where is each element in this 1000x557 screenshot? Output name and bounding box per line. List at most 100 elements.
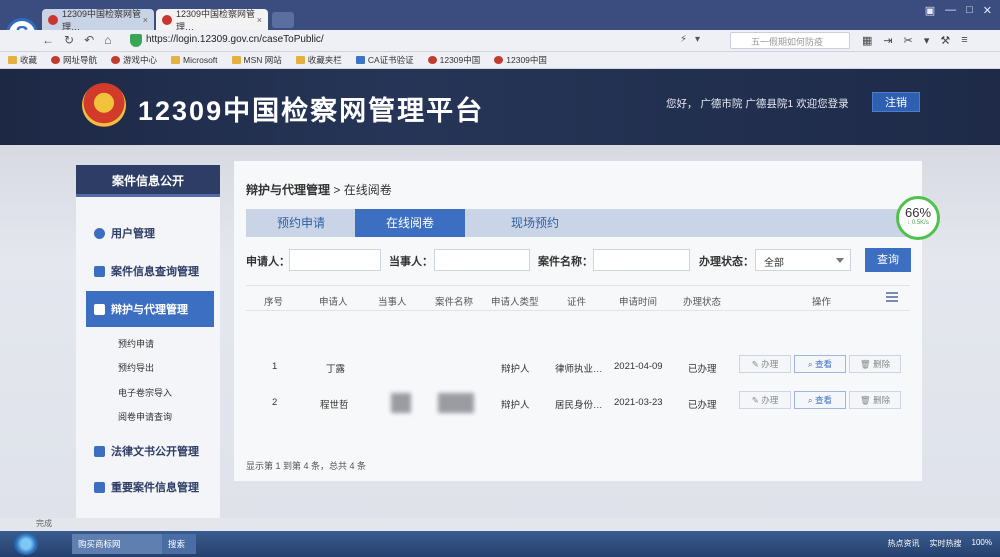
sidebar-item-important-cases[interactable]: 重要案件信息管理 (86, 473, 214, 501)
breadcrumb-current: 在线阅卷 (343, 183, 392, 197)
taskbar-search[interactable]: 搜索一下 (162, 534, 196, 554)
undo-icon[interactable]: ↶ (84, 33, 94, 47)
bookmark-item[interactable]: 12309中国 (494, 54, 547, 66)
menu-icon[interactable]: ≡ (961, 34, 967, 47)
minimize-icon[interactable]: — (945, 4, 956, 17)
col-applicant-type: 申请人类型 (491, 297, 539, 308)
bookmark-item[interactable]: 网址导航 (51, 54, 97, 66)
status-select[interactable]: 全部 (755, 249, 851, 271)
cell-applicant: 程世哲 (320, 400, 349, 411)
addr-tools: ⚡ ▾ (680, 34, 700, 45)
sub-item-import[interactable]: 电子卷宗导入 (118, 386, 172, 399)
view-button[interactable]: ⌕ 查看 (794, 355, 846, 373)
status-text: 完成 (36, 519, 52, 528)
sidebar-item-legal-docs[interactable]: 法律文书公开管理 (86, 437, 214, 465)
party-input[interactable] (434, 249, 530, 271)
col-status: 办理状态 (683, 297, 722, 308)
bookmark-item[interactable]: 12309中国 (427, 54, 480, 66)
status-label: 办理状态： (699, 256, 754, 268)
logout-button[interactable]: 注销 (872, 92, 920, 112)
tools-icon[interactable]: ⚒ (940, 34, 950, 47)
case-name-input[interactable] (593, 249, 690, 271)
cell-index: 2 (272, 397, 278, 408)
redacted-case-name (438, 393, 474, 413)
bookmarks-bar: 收藏 网址导航 游戏中心 Microsoft MSN 网站 收藏夹栏 CA证书验… (0, 52, 1000, 69)
home-icon[interactable]: ⌂ (104, 33, 111, 47)
site-favicon-icon (162, 14, 172, 25)
tab-appointment[interactable]: 预约申请 (246, 209, 356, 237)
delete-button[interactable]: 🗑 删除 (849, 391, 901, 409)
close-window-icon[interactable]: ✕ (983, 4, 992, 17)
query-button[interactable]: 查询 (865, 248, 911, 272)
grid-icon[interactable]: ▦ (862, 34, 872, 47)
sub-item-appointment[interactable]: 预约申请 (118, 337, 154, 350)
sub-item-review-query[interactable]: 阅卷申请查询 (118, 410, 172, 423)
back-icon[interactable]: ← (42, 33, 54, 47)
sub-item-export[interactable]: 预约导出 (118, 361, 154, 374)
zoom-level[interactable]: 100% (972, 538, 992, 549)
cell-date: 2021-04-09 (614, 361, 663, 372)
sidebar-item-defense-agency[interactable]: 辩护与代理管理 (86, 291, 214, 327)
tray-hot[interactable]: 实时热搜 (930, 538, 962, 549)
handle-button[interactable]: ✎ 办理 (739, 391, 791, 409)
edit-icon: ✎ (751, 359, 762, 369)
trash-icon: 🗑 (859, 395, 874, 405)
tray-news[interactable]: 热点资讯 (888, 538, 920, 549)
cell-type: 辩护人 (501, 364, 530, 375)
col-index: 序号 (264, 297, 284, 308)
maximize-icon[interactable]: □ (966, 4, 973, 17)
scissors-icon[interactable]: ✂ (904, 34, 913, 47)
column-settings-icon[interactable] (886, 292, 898, 302)
taskbar-item[interactable]: 购买商标网 (72, 534, 162, 554)
url-field[interactable]: https://login.12309.gov.cn/caseToPublic/ (146, 34, 324, 45)
browser-tab-bar: 12309中国检察网管理… × 12309中国检察网管理… × ▣ — □ ✕ (0, 0, 1000, 32)
view-button[interactable]: ⌕ 查看 (794, 391, 846, 409)
taskbar: 购买商标网 搜索一下 热点资讯 实时热搜 100% (0, 531, 1000, 557)
case-name-label: 案件名称： (538, 256, 593, 268)
login-icon[interactable]: ⇥ (883, 34, 892, 47)
refresh-icon[interactable]: ↻ (64, 33, 74, 47)
bookmark-item[interactable]: MSN 网站 (231, 54, 282, 66)
close-tab-icon[interactable]: × (143, 15, 148, 25)
bookmark-item[interactable]: Microsoft (171, 55, 218, 65)
tab-online-review[interactable]: 在线阅卷 (355, 209, 465, 237)
pagination-info: 显示第 1 到第 4 条，总共 4 条 (246, 461, 367, 471)
chevron-down-icon (836, 258, 844, 263)
breadcrumb-parent[interactable]: 辩护与代理管理 (246, 183, 330, 197)
bookmark-item[interactable]: 收藏 (8, 54, 37, 66)
dropdown-icon[interactable]: ▾ (924, 34, 930, 47)
nav-buttons: ← ↻ ↶ ⌂ (42, 33, 111, 47)
content-panel: 辩护与代理管理 > 在线阅卷 预约申请 在线阅卷 现场预约 申请人： 当事人： … (234, 161, 922, 481)
browser-search-input[interactable]: 五一假期如何防疫 (730, 32, 850, 49)
cell-type: 辩护人 (501, 400, 530, 411)
dropdown-icon[interactable]: ▾ (695, 34, 700, 45)
bookmark-item[interactable]: 收藏夹栏 (295, 54, 342, 66)
col-actions: 操作 (812, 297, 832, 308)
lightning-icon[interactable]: ⚡ (680, 34, 687, 45)
bookmark-item[interactable]: CA证书验证 (355, 54, 414, 66)
speed-rate: ↓ 0.5K/s (907, 220, 929, 226)
tab-onsite-appointment[interactable]: 现场预约 (480, 209, 590, 237)
speed-percent: 66% (904, 205, 932, 220)
browser-tab-1[interactable]: 12309中国检察网管理… × (42, 9, 154, 32)
delete-button[interactable]: 🗑 删除 (849, 355, 901, 373)
col-apply-time: 申请时间 (619, 297, 658, 308)
list-icon (94, 481, 105, 493)
col-party: 当事人 (378, 297, 407, 308)
search-icon: ⌕ (807, 395, 816, 405)
welcome-text: 您好， 广德市院 广德县院1 欢迎您登录 (666, 98, 849, 110)
new-tab-button[interactable] (272, 12, 294, 28)
bookmark-item[interactable]: 游戏中心 (111, 54, 157, 66)
close-tab-icon[interactable]: × (257, 15, 262, 25)
sidebar-item-user-management[interactable]: 用户管理 (86, 219, 214, 247)
applicant-input[interactable] (289, 249, 381, 271)
menu-icon[interactable]: ▣ (925, 4, 935, 17)
browser-tab-2[interactable]: 12309中国检察网管理… × (156, 9, 268, 32)
handle-button[interactable]: ✎ 办理 (739, 355, 791, 373)
search-doc-icon (94, 265, 105, 277)
sidebar-item-case-query[interactable]: 案件信息查询管理 (86, 257, 214, 285)
table-row: 2 程世哲 辩护人 居民身份… 2021-03-23 已办理 ✎ 办理 ⌕ 查看… (246, 389, 910, 417)
network-speed-widget[interactable]: 66% ↓ 0.5K/s (896, 196, 940, 240)
emblem-icon (427, 56, 437, 64)
start-button-icon[interactable] (14, 533, 38, 555)
